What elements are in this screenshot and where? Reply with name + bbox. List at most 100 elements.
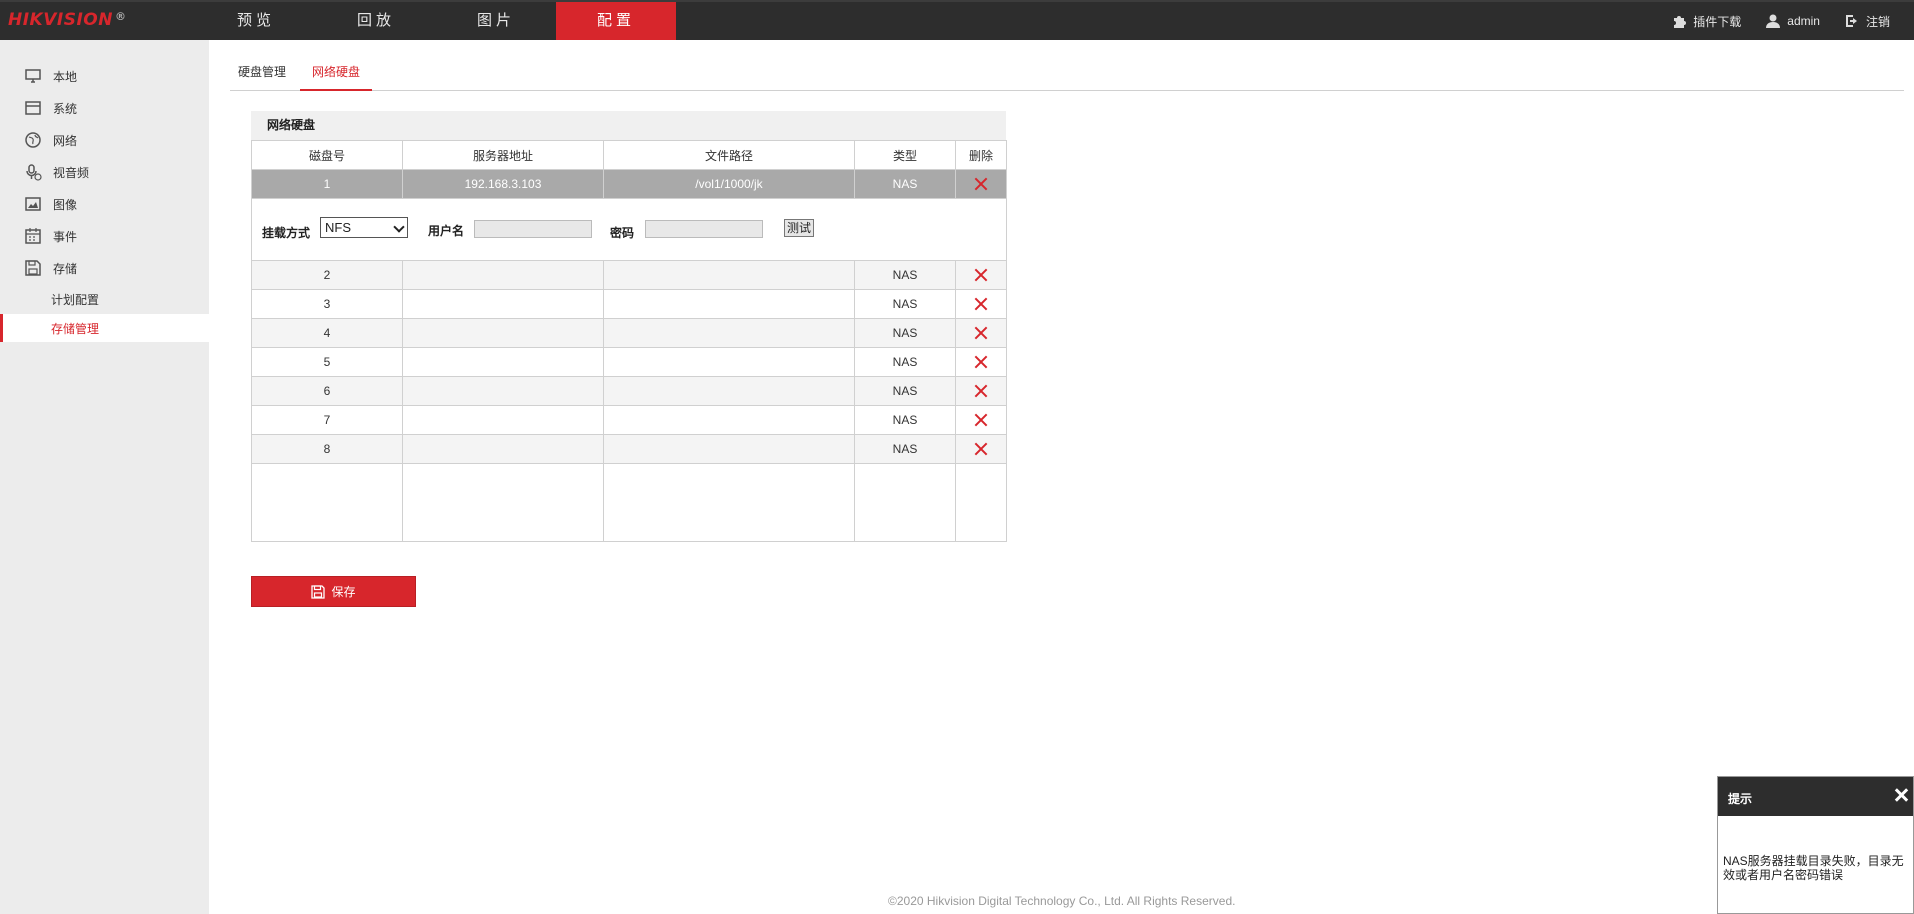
sidebar-item-system[interactable]: 系统 [0,94,209,122]
server-address-cell[interactable] [402,376,604,406]
save-icon [311,584,326,599]
tab-hdd-management[interactable]: 硬盘管理 [238,56,286,91]
delete-icon[interactable] [974,177,988,191]
empty-cell [251,463,403,542]
nav-configuration[interactable]: 配置 [556,2,676,40]
mount-settings: 挂载方式 NFS 用户名 密码 测试 [252,200,1006,260]
table-row[interactable]: 8 NAS [251,434,1007,464]
file-path-cell[interactable] [603,376,855,406]
sidebar-item-video-audio[interactable]: 视音频 [0,158,209,186]
password-input[interactable] [645,219,763,238]
table-row[interactable]: 5 NAS [251,347,1007,377]
copyright-footer: ©2020 Hikvision Digital Technology Co., … [888,894,1236,908]
sidebar-item-image[interactable]: 图像 [0,190,209,218]
sidebar-item-label: 计划配置 [51,293,100,307]
monitor-icon [25,69,41,83]
sidebar-item-network[interactable]: 网络 [0,126,209,154]
disk-number-cell: 1 [251,169,403,199]
logo-text-b: VISION [43,10,113,30]
sidebar: 本地 系统 网络 视音频 图像 事件 存储 计划配置 存储管理 [0,40,209,914]
table-row[interactable]: 4 NAS [251,318,1007,348]
empty-cell [402,463,604,542]
plugin-download-link[interactable]: 插件下载 [1671,13,1741,30]
file-path-cell[interactable]: /vol1/1000/jk [603,169,855,199]
sidebar-item-label: 视音频 [53,165,90,180]
sidebar-item-event[interactable]: 事件 [0,222,209,250]
file-path-cell[interactable] [603,318,855,348]
tab-net-hdd[interactable]: 网络硬盘 [300,56,372,91]
type-cell: NAS [854,260,956,290]
delete-icon[interactable] [974,268,988,282]
sidebar-item-storage[interactable]: 存储 [0,254,209,282]
server-address-cell[interactable] [402,289,604,319]
user-icon [1766,14,1781,28]
table-header: 磁盘号 服务器地址 文件路径 类型 删除 [251,140,1007,170]
server-address-cell[interactable] [402,318,604,348]
sidebar-item-local[interactable]: 本地 [0,62,209,90]
delete-cell [955,318,1007,348]
mount-method-select[interactable]: NFS [320,216,408,238]
close-icon[interactable] [1893,787,1909,803]
sidebar-item-schedule-config[interactable]: 计划配置 [0,285,209,313]
system-icon [25,101,41,115]
sidebar-item-label: 存储 [53,261,78,276]
file-path-cell[interactable] [603,347,855,377]
disk-number-cell: 6 [251,376,403,406]
tab-bar: 硬盘管理 网络硬盘 [230,56,1904,91]
puzzle-icon [1674,16,1687,28]
file-path-cell[interactable] [603,289,855,319]
sidebar-item-label: 本地 [53,69,78,84]
delete-cell [955,260,1007,290]
delete-icon[interactable] [974,384,988,398]
server-address-cell[interactable]: 192.168.3.103 [402,169,604,199]
notification-toast: 提示 NAS服务器挂载目录失败，目录无效或者用户名密码错误 [1717,776,1914,914]
delete-icon[interactable] [974,442,988,456]
sidebar-item-label: 事件 [53,229,78,244]
delete-icon[interactable] [974,326,988,340]
nav-playback[interactable]: 回放 [316,2,436,40]
table-row[interactable]: 6 NAS [251,376,1007,406]
delete-cell [955,169,1007,199]
server-address-cell[interactable] [402,347,604,377]
file-path-cell[interactable] [603,405,855,435]
toast-message: NAS服务器挂载目录失败，目录无效或者用户名密码错误 [1723,854,1904,882]
server-address-cell[interactable] [402,434,604,464]
server-address-cell[interactable] [402,405,604,435]
delete-cell [955,376,1007,406]
delete-cell [955,405,1007,435]
save-button[interactable]: 保存 [251,576,416,607]
logout-link[interactable]: 注销 [1844,13,1890,30]
toast-header: 提示 [1718,777,1913,816]
mount-method-label: 挂载方式 [262,225,311,240]
empty-cell [603,463,855,542]
username-label: admin [1787,14,1820,28]
table-row[interactable]: 7 NAS [251,405,1007,435]
image-icon [25,197,41,211]
server-address-cell[interactable] [402,260,604,290]
sidebar-item-label: 存储管理 [51,322,100,336]
sidebar-item-storage-management[interactable]: 存储管理 [0,314,209,342]
main-nav: 预览 回放 图片 配置 [196,2,676,40]
table-row[interactable]: 3 NAS [251,289,1007,319]
username-input[interactable] [474,219,592,238]
user-menu[interactable]: admin [1765,13,1820,29]
file-path-cell[interactable] [603,434,855,464]
delete-icon[interactable] [974,297,988,311]
type-cell: NAS [854,318,956,348]
test-button[interactable]: 测试 [784,218,814,237]
column-header: 服务器地址 [402,140,604,170]
file-path-cell[interactable] [603,260,855,290]
delete-icon[interactable] [974,355,988,369]
sidebar-item-label: 网络 [53,133,78,148]
delete-icon[interactable] [974,413,988,427]
empty-cell [854,463,956,542]
table-row[interactable]: 2 NAS [251,260,1007,290]
table-row[interactable]: 1 192.168.3.103 /vol1/1000/jk NAS [251,169,1007,199]
toast-title: 提示 [1728,792,1753,806]
empty-cell [955,463,1007,542]
column-header: 磁盘号 [251,140,403,170]
nav-picture[interactable]: 图片 [436,2,556,40]
nav-preview[interactable]: 预览 [196,2,316,40]
logout-icon [1845,15,1857,27]
type-cell: NAS [854,434,956,464]
